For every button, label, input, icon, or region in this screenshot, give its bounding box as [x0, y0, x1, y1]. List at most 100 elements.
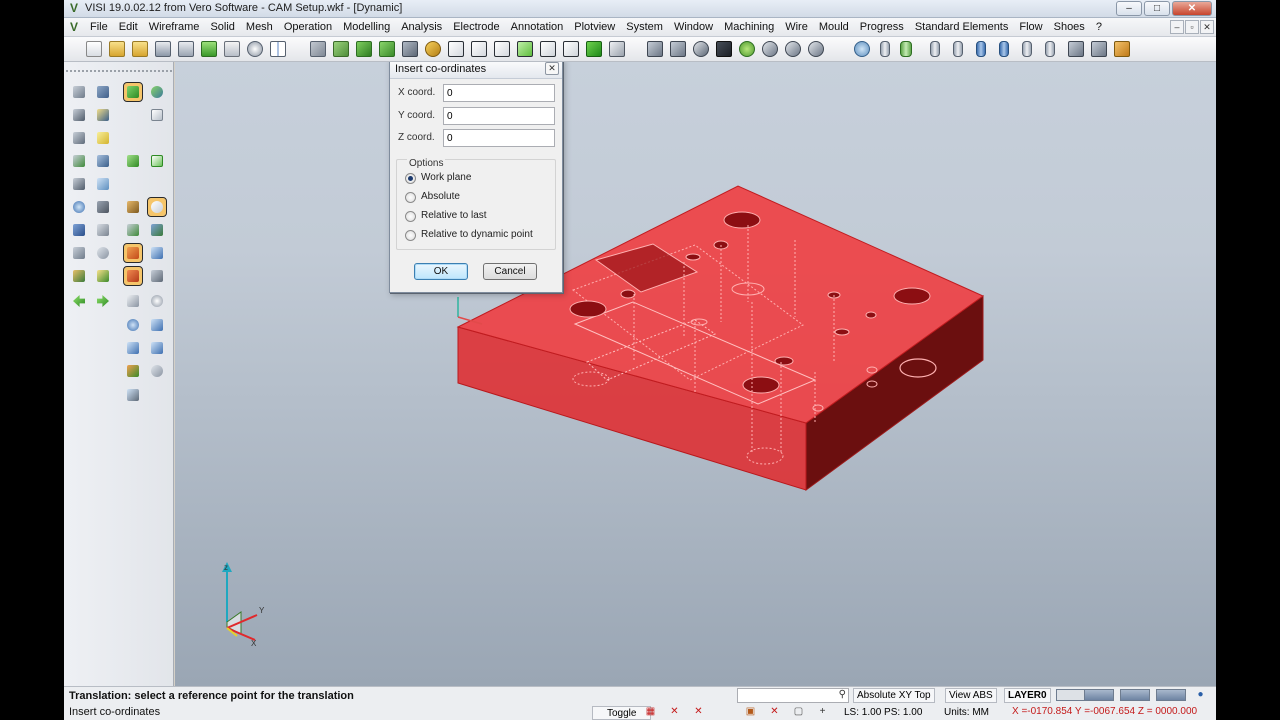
tool-path-icon[interactable] — [670, 41, 686, 57]
stretch-icon[interactable] — [94, 152, 112, 170]
colorful-tool-icon[interactable] — [124, 362, 142, 380]
preview-icon[interactable] — [247, 41, 263, 57]
menu-machining[interactable]: Machining — [724, 21, 774, 33]
forward-arrow-icon[interactable] — [94, 292, 112, 310]
menu-standard-elements[interactable]: Standard Elements — [915, 21, 1009, 33]
menu-operation[interactable]: Operation — [284, 21, 332, 33]
cad-tools-icon[interactable] — [148, 221, 166, 239]
zoom-window-icon[interactable] — [70, 83, 88, 101]
scale-value-icon[interactable] — [124, 292, 142, 310]
refresh-view-icon[interactable] — [70, 198, 88, 216]
grid-icon[interactable] — [1114, 41, 1130, 57]
pointer-icon[interactable] — [147, 197, 167, 217]
minimize-button[interactable]: – — [1116, 1, 1142, 16]
menu-flow[interactable]: Flow — [1019, 21, 1042, 33]
status-indicator-2[interactable] — [1084, 689, 1114, 701]
palette-grip[interactable] — [66, 70, 172, 74]
center-point-icon[interactable] — [148, 292, 166, 310]
line-icon[interactable] — [356, 41, 372, 57]
shade-icon[interactable] — [425, 41, 441, 57]
doc-close-button[interactable]: ✕ — [1200, 20, 1214, 34]
menu-annotation[interactable]: Annotation — [511, 21, 564, 33]
layer-field[interactable]: LAYER0 — [1004, 688, 1051, 703]
vertical-dimension-icon[interactable] — [148, 339, 166, 357]
green-cylinder-icon[interactable] — [900, 41, 912, 57]
dowel-icon[interactable] — [1045, 41, 1055, 57]
shaded-edge-cube-icon[interactable] — [517, 41, 533, 57]
mirror-icon[interactable] — [70, 129, 88, 147]
export-icon[interactable] — [201, 41, 217, 57]
intersection-icon[interactable] — [148, 267, 166, 285]
menu-wire[interactable]: Wire — [785, 21, 808, 33]
properties-icon[interactable] — [70, 267, 88, 285]
measure-icon[interactable] — [94, 221, 112, 239]
frame-icon[interactable]: ▢ — [792, 706, 805, 718]
bounding-box-icon[interactable] — [70, 106, 88, 124]
y-coord-input[interactable] — [443, 107, 555, 125]
menu-shoes[interactable]: Shoes — [1054, 21, 1085, 33]
dialog-close-button[interactable]: ✕ — [545, 62, 559, 75]
status-indicator-3[interactable] — [1120, 689, 1150, 701]
z-coord-input[interactable] — [443, 129, 555, 147]
toggle-button[interactable]: Toggle — [592, 706, 652, 720]
point-at-point-icon[interactable] — [123, 243, 143, 263]
refresh-icon[interactable] — [739, 41, 755, 57]
cancel-button[interactable]: Cancel — [483, 263, 537, 280]
notes-icon[interactable] — [94, 129, 112, 147]
doc-minimize-button[interactable]: – — [1170, 20, 1184, 34]
rotate-icon[interactable] — [379, 41, 395, 57]
perspective-cube-icon[interactable] — [563, 41, 579, 57]
copy-icon[interactable] — [148, 106, 166, 124]
grid-snap-icon[interactable]: ▦ — [644, 706, 657, 718]
dashed-cube-icon[interactable] — [494, 41, 510, 57]
ejector-icon[interactable] — [999, 41, 1009, 57]
rotate-entity-icon[interactable] — [148, 83, 166, 101]
angle-icon[interactable]: ✕ — [768, 706, 781, 718]
plus-point-icon[interactable] — [148, 316, 166, 334]
menu-file[interactable]: File — [90, 21, 108, 33]
maximize-button[interactable]: □ — [1144, 1, 1170, 16]
app-menu-icon[interactable]: V — [70, 20, 84, 34]
save-icon[interactable] — [155, 41, 171, 57]
menu-help[interactable]: ? — [1096, 21, 1102, 33]
graphics-viewport[interactable]: z Y X Insert co-ordinates ✕ X coord. Y c… — [175, 62, 1216, 686]
insert-coordinates-icon[interactable] — [123, 266, 143, 286]
ortho-icon[interactable]: ✕ — [692, 706, 705, 718]
surface-icon[interactable] — [94, 175, 112, 193]
import-icon[interactable] — [132, 41, 148, 57]
assembly-icon[interactable] — [1091, 41, 1107, 57]
menu-mesh[interactable]: Mesh — [246, 21, 273, 33]
magnet-icon[interactable] — [716, 41, 732, 57]
snap-icon[interactable] — [124, 221, 142, 239]
lock-icon[interactable]: ▣ — [744, 706, 757, 718]
regenerate-icon[interactable] — [854, 41, 870, 57]
save-as-icon[interactable] — [178, 41, 194, 57]
paste-icon[interactable] — [148, 152, 166, 170]
trim-icon[interactable] — [94, 83, 112, 101]
zoom-icon[interactable] — [785, 41, 801, 57]
work-plane-radio[interactable] — [405, 173, 416, 184]
shaded-cube-icon[interactable] — [586, 41, 602, 57]
section-icon[interactable] — [609, 41, 625, 57]
screw-icon[interactable] — [1022, 41, 1032, 57]
edit-curve-icon[interactable] — [94, 106, 112, 124]
component-icon[interactable] — [1068, 41, 1084, 57]
menu-progress[interactable]: Progress — [860, 21, 904, 33]
tool-icon[interactable] — [647, 41, 663, 57]
menu-window[interactable]: Window — [674, 21, 713, 33]
globe-icon[interactable]: ● — [1194, 689, 1207, 701]
status-indicator-1[interactable] — [1056, 689, 1086, 701]
delete-icon[interactable] — [70, 244, 88, 262]
x-coord-input[interactable] — [443, 84, 555, 102]
close-button[interactable]: ✕ — [1172, 1, 1212, 16]
solid-box-icon[interactable] — [94, 198, 112, 216]
view-mode-field[interactable]: Absolute XY Top — [853, 688, 935, 703]
move-icon[interactable] — [402, 41, 418, 57]
menu-electrode[interactable]: Electrode — [453, 21, 499, 33]
menu-solid[interactable]: Solid — [210, 21, 234, 33]
scale-icon[interactable] — [70, 152, 88, 170]
select-filter-icon[interactable] — [333, 41, 349, 57]
wireframe-cube-icon[interactable] — [448, 41, 464, 57]
ok-button[interactable]: OK — [414, 263, 468, 280]
cylinder-icon[interactable] — [880, 41, 890, 57]
